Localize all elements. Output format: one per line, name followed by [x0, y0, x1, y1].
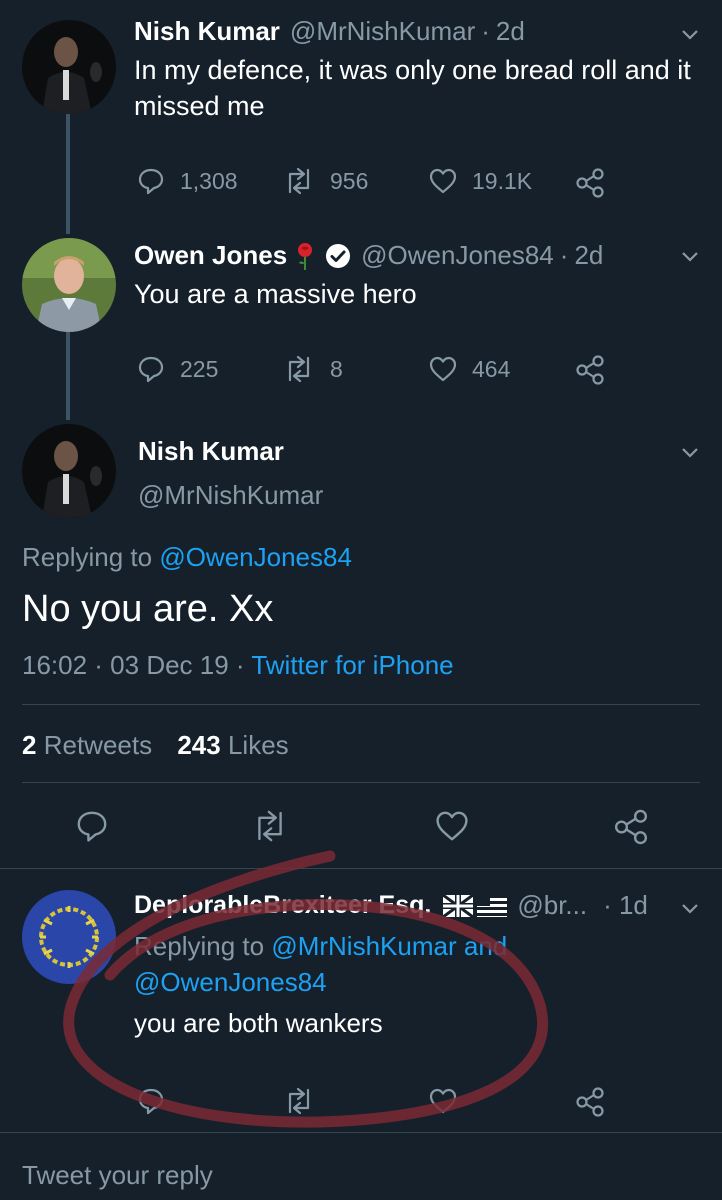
share-icon[interactable] — [612, 808, 650, 846]
retweets-stat[interactable]: 2 Retweets — [22, 730, 152, 760]
heart-icon — [429, 168, 457, 194]
replying-to-handle-2[interactable]: @OwenJones84 — [134, 967, 327, 997]
reply-count: 1,308 — [180, 167, 238, 194]
likes-stat[interactable]: 243 Likes — [177, 730, 288, 760]
like-button[interactable]: 19.1K — [428, 166, 532, 196]
avatar-owen-jones[interactable] — [22, 238, 116, 332]
heart-icon[interactable] — [434, 808, 470, 844]
chevron-down-icon[interactable] — [679, 897, 701, 919]
tweet-time: 2d — [574, 240, 604, 270]
avatar-deplorablebrexiteer[interactable] — [22, 890, 116, 984]
focused-author-name[interactable]: Nish Kumar — [138, 436, 284, 467]
retweet-icon — [288, 355, 310, 383]
focused-author-handle[interactable]: @MrNishKumar — [138, 480, 323, 511]
reply-tweet-text: you are both wankers — [134, 1008, 383, 1038]
avatar-nish-kumar[interactable] — [22, 20, 116, 114]
replying-to-label: Replying to — [22, 542, 153, 572]
replying-to-handle[interactable]: @OwenJones84 — [159, 542, 352, 572]
like-count: 19.1K — [472, 167, 533, 194]
reply-button[interactable]: 1,308 — [136, 166, 238, 196]
replying-to-label: Replying to — [134, 931, 265, 961]
likes-label: Likes — [227, 730, 289, 760]
reply-icon — [138, 356, 164, 383]
likes-count: 243 — [177, 730, 221, 760]
avatar-nish-kumar[interactable] — [22, 424, 116, 518]
tweet-meta: 16:02 · 03 Dec 19 · Twitter for iPhone — [22, 650, 454, 681]
uk-flag-icon — [443, 894, 474, 917]
engagement-stats: 2 Retweets 243 Likes — [22, 730, 289, 761]
replying-to-line: Replying to @OwenJones84 — [22, 542, 352, 573]
reply-author-handle[interactable]: @br... — [517, 890, 587, 921]
chevron-down-icon[interactable] — [679, 245, 701, 267]
retweet-icon — [288, 167, 310, 195]
retweet-count: 8 — [330, 355, 343, 382]
retweet-count: 956 — [330, 167, 369, 194]
us-flag-icon — [477, 894, 508, 917]
like-count: 464 — [472, 355, 511, 382]
chevron-down-icon[interactable] — [679, 441, 701, 463]
reply-count: 225 — [180, 355, 219, 382]
retweets-label: Retweets — [43, 730, 153, 760]
tweet-author-name[interactable]: Owen Jones — [134, 240, 287, 271]
tweet-text: You are a massive hero — [134, 279, 417, 309]
retweets-count: 2 — [22, 730, 37, 760]
share-icon[interactable] — [574, 354, 606, 386]
retweet-button[interactable]: 8 — [282, 354, 343, 384]
reply-replying-to: Replying to @MrNishKumar and @OwenJones8… — [134, 928, 694, 1000]
reply-icon — [138, 168, 164, 195]
tweet-author-handle[interactable]: @MrNishKumar — [290, 16, 475, 47]
replying-to-and: and — [463, 931, 508, 961]
chevron-down-icon[interactable] — [679, 23, 701, 45]
heart-icon[interactable] — [428, 1086, 458, 1116]
tweet-timestamp: 16:02 · 03 Dec 19 · — [22, 650, 252, 680]
retweet-button[interactable]: 956 — [282, 166, 368, 196]
tweet-author-handle[interactable]: @OwenJones84 — [361, 240, 554, 271]
like-button[interactable]: 464 — [428, 354, 510, 384]
reply-button[interactable]: 225 — [136, 354, 218, 384]
rose-icon — [298, 242, 313, 270]
tweet-author-name[interactable]: Nish Kumar — [134, 16, 280, 47]
tweet-text: In my defence, it was only one bread rol… — [134, 55, 691, 121]
retweet-icon[interactable] — [282, 1086, 316, 1116]
reply-icon[interactable] — [136, 1086, 166, 1116]
replying-to-handle-1[interactable]: @MrNishKumar — [271, 931, 456, 961]
heart-icon — [429, 356, 457, 382]
retweet-icon[interactable] — [250, 808, 290, 844]
share-icon[interactable] — [574, 1086, 606, 1118]
reply-time: · 1d — [603, 890, 648, 920]
focused-tweet-text: No you are. Xx — [22, 588, 274, 630]
verified-badge-icon — [326, 243, 351, 268]
dot-separator: · — [481, 16, 490, 46]
reply-author-name[interactable]: DeplorableBrexiteer Esq. — [134, 891, 431, 920]
dot-separator: · — [559, 240, 569, 270]
share-icon[interactable] — [574, 167, 606, 199]
tweet-time: 2d — [495, 16, 525, 46]
reply-icon[interactable] — [74, 808, 110, 844]
tweet-source-link[interactable]: Twitter for iPhone — [251, 650, 453, 680]
tweet-reply-input[interactable]: Tweet your reply — [22, 1160, 213, 1191]
